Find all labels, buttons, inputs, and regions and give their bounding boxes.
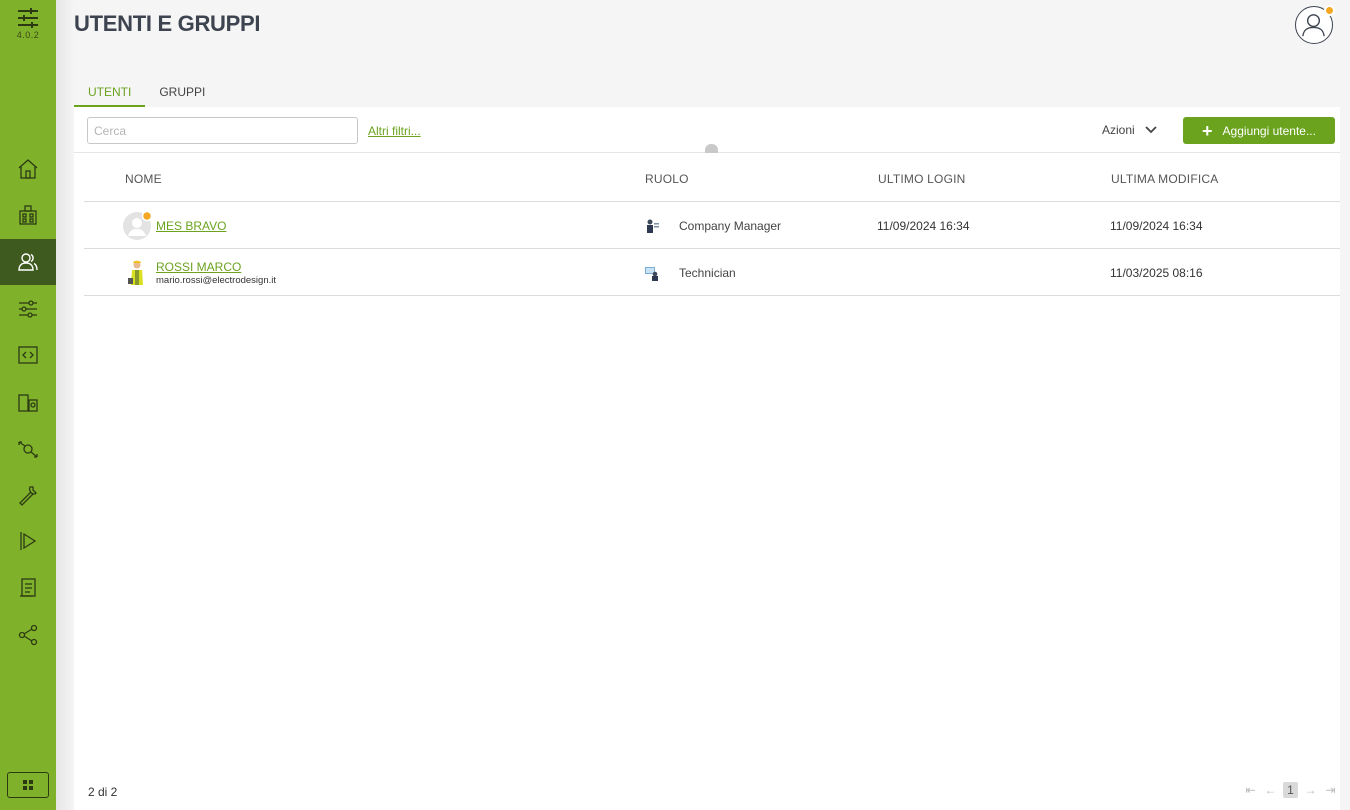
- record-count: 2 di 2: [88, 785, 118, 799]
- code-panel-icon: [18, 346, 38, 364]
- avatar: [123, 259, 151, 287]
- sidebar: 4.0.2: [0, 0, 56, 810]
- default-avatar-icon: [123, 210, 153, 240]
- collapse-handle[interactable]: [705, 144, 718, 153]
- column-header-role[interactable]: RUOLO: [645, 172, 689, 186]
- search-input[interactable]: [87, 117, 358, 144]
- sidebar-item-share[interactable]: [0, 612, 56, 658]
- sidebar-item-home[interactable]: [0, 146, 56, 192]
- add-user-button[interactable]: + Aggiungi utente...: [1183, 117, 1335, 144]
- sidebar-item-code[interactable]: [0, 332, 56, 378]
- column-header-last-modified[interactable]: ULTIMA MODIFICA: [1111, 172, 1218, 186]
- sidebar-item-building[interactable]: [0, 192, 56, 238]
- column-header-last-login[interactable]: ULTIMO LOGIN: [878, 172, 966, 186]
- prev-page-icon[interactable]: ←: [1263, 782, 1278, 798]
- actions-dropdown[interactable]: Azioni: [1102, 123, 1157, 137]
- last-modified: 11/03/2025 08:16: [1110, 266, 1203, 280]
- last-page-icon[interactable]: ⇥: [1323, 782, 1338, 798]
- first-page-icon[interactable]: ⇤: [1243, 782, 1258, 798]
- worker-avatar-icon: [128, 260, 143, 285]
- flow-icon: [18, 441, 38, 458]
- sidebar-item-run[interactable]: [0, 518, 56, 564]
- user-name-link[interactable]: MES BRAVO: [156, 219, 226, 233]
- app-logo[interactable]: 4.0.2: [0, 8, 56, 50]
- user-role: Technician: [679, 266, 736, 280]
- last-modified: 11/09/2024 16:34: [1110, 219, 1203, 233]
- pagination: ⇤ ← 1 → ⇥: [1243, 782, 1338, 798]
- users-icon: [18, 253, 38, 271]
- plus-icon: +: [1202, 120, 1213, 141]
- table-row[interactable]: ROSSI MARCO mario.rossi@electrodesign.it…: [84, 249, 1340, 296]
- devices-icon: [18, 394, 38, 412]
- company-manager-role-icon: [647, 219, 659, 233]
- right-edge: [1340, 0, 1350, 810]
- add-user-label: Aggiungi utente...: [1222, 123, 1316, 138]
- tab-utenti[interactable]: UTENTI: [74, 80, 146, 107]
- grid-icon: [23, 780, 33, 790]
- technician-role-icon: [645, 267, 658, 281]
- sidebar-item-reports[interactable]: [0, 565, 56, 611]
- sidebar-item-tools[interactable]: [0, 472, 56, 518]
- current-page[interactable]: 1: [1283, 782, 1298, 798]
- user-role: Company Manager: [679, 219, 782, 233]
- expand-sidebar-button[interactable]: [7, 772, 49, 798]
- user-name-link[interactable]: ROSSI MARCO: [156, 260, 241, 274]
- notification-badge: [1324, 5, 1335, 16]
- user-email: mario.rossi@electrodesign.it: [156, 275, 276, 286]
- app-version: 4.0.2: [16, 30, 40, 40]
- sidebar-item-settings[interactable]: [0, 286, 56, 332]
- table-header: NOME RUOLO ULTIMO LOGIN ULTIMA MODIFICA: [84, 155, 1340, 202]
- actions-label: Azioni: [1102, 123, 1135, 137]
- building-icon: [19, 205, 37, 225]
- page-title: UTENTI E GRUPPI: [74, 11, 261, 36]
- sliders-icon: [19, 300, 37, 318]
- last-login: 11/09/2024 16:34: [877, 219, 970, 233]
- sliders-logo-icon: [18, 8, 38, 28]
- toolbar: Altri filtri... Azioni + Aggiungi utente…: [74, 107, 1340, 153]
- share-icon: [18, 624, 38, 646]
- play-flag-icon: [20, 532, 37, 550]
- sidebar-shadow: [56, 0, 74, 810]
- home-icon: [18, 159, 38, 179]
- wrench-icon: [19, 486, 37, 506]
- sidebar-item-devices[interactable]: [0, 379, 56, 425]
- more-filters-link[interactable]: Altri filtri...: [368, 124, 421, 138]
- sidebar-item-users[interactable]: [0, 239, 56, 285]
- sidebar-item-flow[interactable]: [0, 426, 56, 472]
- tab-bar: UTENTI GRUPPI: [74, 80, 219, 107]
- user-profile-button[interactable]: [1295, 5, 1335, 44]
- users-panel: Altri filtri... Azioni + Aggiungi utente…: [74, 107, 1340, 810]
- report-icon: [20, 578, 36, 597]
- avatar: [123, 210, 153, 240]
- tab-gruppi[interactable]: GRUPPI: [145, 80, 219, 107]
- next-page-icon[interactable]: →: [1303, 782, 1318, 798]
- column-header-name[interactable]: NOME: [125, 172, 162, 186]
- chevron-down-icon: [1145, 126, 1157, 134]
- table-row[interactable]: MES BRAVO Company Manager 11/09/2024 16:…: [84, 202, 1340, 249]
